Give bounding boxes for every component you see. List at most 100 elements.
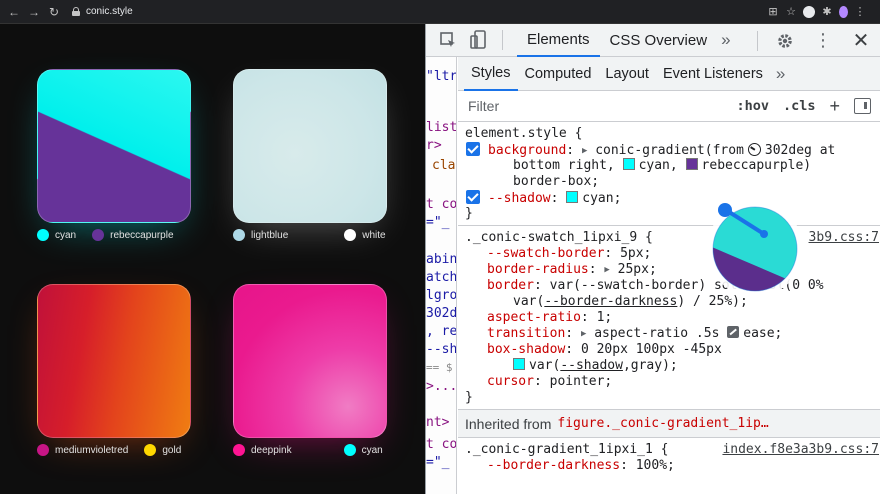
clock-pivot: [760, 230, 768, 238]
new-rule-button[interactable]: +: [829, 96, 840, 117]
profile-icon[interactable]: [839, 5, 848, 18]
address-bar[interactable]: conic.style: [72, 6, 133, 17]
color-swatch-cyan[interactable]: [622, 158, 635, 170]
property-value: ease;: [743, 326, 783, 341]
color-label: lightblue: [251, 229, 289, 241]
inherited-header: Inherited from figure._conic-gradient_1i…: [458, 410, 880, 438]
clock-handle[interactable]: [718, 203, 732, 217]
property-value: rebeccapurple): [701, 158, 812, 173]
tab-css-overview[interactable]: CSS Overview: [600, 24, 718, 57]
inherited-selector-link[interactable]: figure._conic-gradient_1ip…: [557, 416, 768, 431]
more-tabs-icon[interactable]: »: [721, 30, 730, 50]
gear-icon[interactable]: [774, 30, 796, 52]
css-variable-link[interactable]: --border-darkness: [544, 294, 677, 309]
property-name: background: [488, 143, 567, 158]
dom-fragment: 302d: [426, 306, 457, 321]
inherited-label: Inherited from: [465, 415, 552, 432]
swatch-labels: mediumvioletred gold: [37, 443, 195, 457]
property-value: cyan;: [582, 191, 622, 206]
property-name: aspect-ratio: [487, 310, 581, 325]
property-checkbox[interactable]: [466, 142, 480, 156]
kebab-menu-icon[interactable]: ⋮: [812, 30, 834, 52]
translate-icon[interactable]: ⊞: [767, 6, 779, 18]
property-value: 1;: [596, 310, 613, 325]
color-dot: [233, 444, 245, 456]
swatch-mediumvioletred-gold[interactable]: [37, 284, 191, 438]
angle-clock-editor[interactable]: [700, 194, 810, 304]
color-dot: [344, 229, 357, 241]
color-label: mediumvioletred: [55, 444, 129, 456]
color-swatch-cyan[interactable]: [513, 358, 525, 370]
hover-state-button[interactable]: :hov: [736, 98, 769, 114]
color-label: cyan: [55, 229, 77, 241]
inspect-element-icon[interactable]: [437, 29, 459, 51]
swatch-labels: cyan rebeccapurple: [37, 228, 188, 242]
property-value: border-box;: [513, 174, 600, 189]
source-link[interactable]: 3b9.css:7: [809, 230, 879, 246]
swatch-deeppink-cyan[interactable]: [233, 284, 387, 438]
styles-filter-bar: Filter :hov .cls +: [458, 91, 880, 122]
styles-subtabs: Styles Computed Layout Event Listeners »: [458, 57, 880, 91]
more-tabs-icon[interactable]: »: [776, 64, 785, 84]
expand-triangle-icon[interactable]: ▶: [581, 329, 586, 339]
dom-fragment: , re: [426, 324, 457, 339]
close-icon[interactable]: ✕: [850, 30, 872, 52]
styles-pane: Styles Computed Layout Event Listeners »…: [458, 57, 880, 494]
swatch-labels: deeppink cyan: [233, 443, 397, 457]
property-value: var(: [529, 358, 561, 373]
property-name: cursor: [487, 374, 534, 389]
property-name: --shadow: [488, 191, 551, 206]
dom-fragment: "ltr: [426, 69, 457, 84]
dom-fragment: == $: [426, 361, 453, 374]
swatch-labels: lightblue white: [233, 228, 400, 242]
sep-icon: [757, 30, 758, 51]
tab-computed[interactable]: Computed: [518, 57, 599, 91]
css-variable-link[interactable]: --shadow: [560, 358, 623, 373]
property-name: --swatch-border: [487, 246, 605, 261]
dom-fragment: --sh: [426, 342, 457, 357]
devtools-main-toolbar: Elements CSS Overview » ⋮ ✕: [426, 24, 880, 57]
gradient-rule: ._conic-gradient_1ipxi_1 { index.f8e3a3b…: [465, 442, 879, 473]
color-dot: [92, 229, 105, 241]
color-label: gold: [162, 444, 182, 456]
property-checkbox[interactable]: [466, 190, 480, 204]
reload-icon[interactable]: ↻: [44, 0, 64, 24]
dom-fragment: t co: [426, 437, 457, 452]
property-value: 25px;: [617, 262, 657, 277]
expand-triangle-icon[interactable]: ▶: [582, 146, 587, 156]
extension-icon[interactable]: [803, 5, 815, 18]
dom-fragment: lgrou: [426, 288, 457, 303]
browser-toolbar: ← → ↻ conic.style ⊞ ☆ ✱ ⋮: [0, 0, 880, 24]
back-icon[interactable]: ←: [4, 0, 24, 24]
forward-icon[interactable]: →: [24, 0, 44, 24]
puzzle-icon[interactable]: ✱: [821, 6, 833, 18]
tab-elements[interactable]: Elements: [517, 24, 600, 57]
swatch-cyan-rebeccapurple[interactable]: [37, 69, 191, 223]
class-toggle-button[interactable]: .cls: [783, 98, 816, 114]
color-swatch-cyan[interactable]: [566, 191, 579, 203]
bezier-editor-icon[interactable]: [727, 326, 740, 338]
filter-input[interactable]: Filter: [468, 98, 736, 114]
sidebar-toggle-icon[interactable]: [854, 98, 871, 114]
property-name: border: [487, 278, 534, 293]
expand-triangle-icon[interactable]: ▶: [604, 265, 609, 275]
page-content: cyan rebeccapurple lightblue white mediu…: [0, 24, 425, 494]
menu-icon[interactable]: ⋮: [854, 6, 866, 18]
dom-fragment: list: [426, 120, 457, 135]
color-swatch-rebeccapurple[interactable]: [685, 158, 698, 170]
property-name: box-shadow: [487, 342, 566, 357]
property-value: var(: [513, 294, 545, 309]
devtools-panel: Elements CSS Overview » ⋮ ✕ "ltr list r>…: [425, 24, 880, 494]
tab-layout[interactable]: Layout: [598, 57, 656, 91]
source-link[interactable]: index.f8e3a3b9.css:7: [722, 442, 879, 458]
dom-fragment: cla: [432, 158, 456, 173]
tab-event-listeners[interactable]: Event Listeners: [656, 57, 770, 91]
swatch-lightblue-white[interactable]: [233, 69, 387, 223]
rule-selector: element.style {: [465, 126, 583, 141]
property-value: conic-gradient(from: [595, 143, 744, 158]
device-toolbar-icon[interactable]: [468, 29, 490, 51]
tab-styles[interactable]: Styles: [464, 57, 518, 91]
star-icon[interactable]: ☆: [785, 6, 797, 18]
address-bar-url: conic.style: [86, 6, 133, 17]
angle-clock-icon[interactable]: [747, 143, 761, 156]
